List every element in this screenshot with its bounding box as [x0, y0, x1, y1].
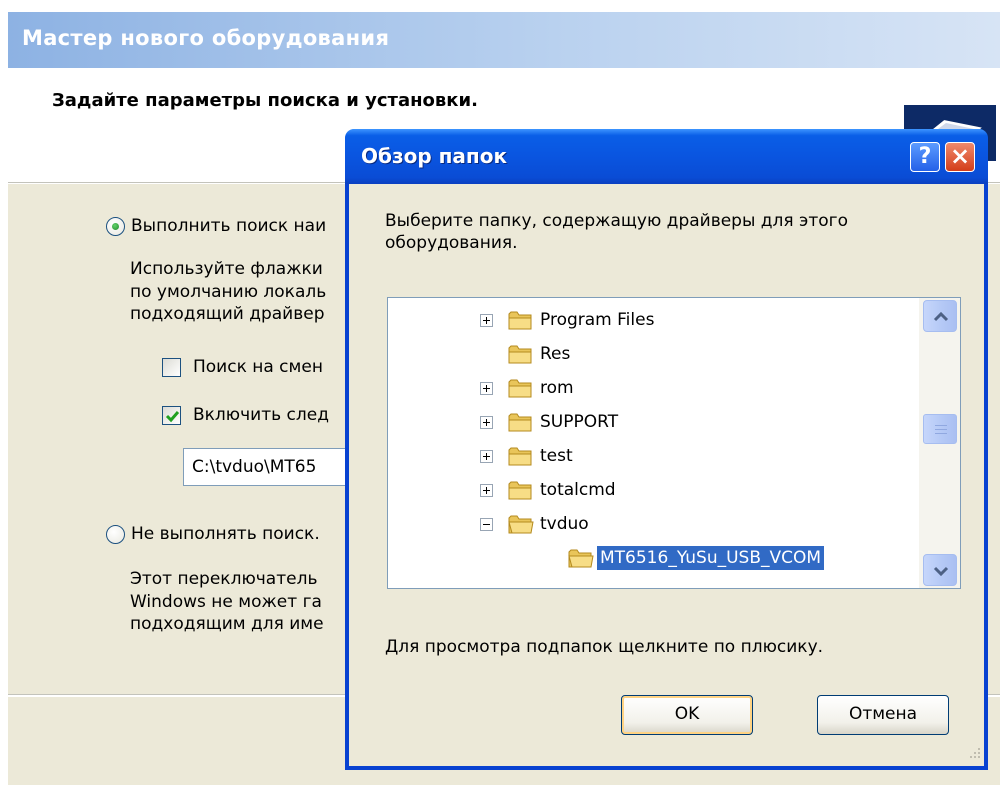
manual-option-description-line: подходящим для име	[130, 614, 324, 634]
collapse-minus-icon[interactable]	[480, 518, 493, 531]
tree-item-label[interactable]: totalcmd	[537, 478, 619, 502]
tree-item[interactable]: test	[388, 443, 918, 473]
cancel-button[interactable]: Отмена	[817, 695, 949, 735]
tree-item-label[interactable]: SUPPORT	[537, 410, 621, 434]
tree-item-label[interactable]: rom	[537, 376, 577, 400]
removable-media-checkbox[interactable]	[162, 358, 181, 377]
tree-item[interactable]: MT6516_YuSu_USB_VCOM	[388, 545, 918, 575]
expand-plus-icon[interactable]	[480, 416, 493, 429]
manual-option-label[interactable]: Не выполнять поиск.	[131, 523, 320, 545]
folder-icon	[508, 309, 534, 336]
search-option-label[interactable]: Выполнить поиск наи	[131, 215, 326, 237]
manual-option-description-line: Этот переключатель	[130, 569, 318, 589]
expand-plus-icon[interactable]	[480, 314, 493, 327]
wizard-title-bar[interactable]: Мастер нового оборудования	[8, 12, 1000, 68]
folder-icon	[508, 513, 534, 540]
wizard-heading: Задайте параметры поиска и установки.	[52, 90, 478, 111]
close-button[interactable]: ×	[945, 142, 975, 172]
include-location-label[interactable]: Включить след	[193, 404, 329, 426]
checkmark-icon	[165, 411, 180, 423]
scroll-down-button[interactable]	[923, 554, 957, 586]
tree-item[interactable]: Res	[388, 341, 918, 371]
folder-icon	[508, 479, 534, 506]
folder-icon	[508, 411, 534, 438]
manual-option-description-line: Windows не может га	[130, 592, 322, 612]
tree-item[interactable]: rom	[388, 375, 918, 405]
dialog-title: Обзор папок	[361, 144, 508, 168]
tree-item[interactable]: totalcmd	[388, 477, 918, 507]
tree-item-label[interactable]: test	[537, 444, 576, 468]
folder-tree[interactable]: Program Files Res rom SUPPORT test total…	[387, 297, 961, 589]
search-option-description-line: по умолчанию локаль	[130, 282, 327, 302]
tree-item[interactable]: SUPPORT	[388, 409, 918, 439]
manual-option-radio[interactable]	[106, 525, 125, 544]
resize-grip-icon[interactable]	[964, 744, 982, 762]
dialog-instruction: Выберите папку, содержащую драйверы для …	[385, 211, 849, 253]
ok-button[interactable]: OK	[621, 695, 753, 735]
dialog-client-area: Выберите папку, содержащую драйверы для …	[349, 184, 984, 766]
folder-icon	[508, 343, 534, 370]
wizard-title: Мастер нового оборудования	[22, 26, 390, 50]
expand-hint-text: Для просмотра подпапок щелкните по плюси…	[385, 637, 824, 657]
scroll-up-button[interactable]	[923, 300, 957, 332]
folder-icon	[508, 445, 534, 472]
tree-item-label[interactable]: MT6516_YuSu_USB_VCOM	[597, 546, 825, 570]
chevron-up-icon	[933, 311, 949, 322]
search-option-description-line: Используйте флажки	[130, 259, 323, 279]
expand-plus-icon[interactable]	[480, 450, 493, 463]
tree-item-label[interactable]: Program Files	[537, 308, 657, 332]
include-location-checkbox[interactable]	[162, 406, 181, 425]
tree-item[interactable]: Program Files	[388, 307, 918, 337]
scroll-thumb[interactable]	[923, 414, 957, 444]
expand-plus-icon[interactable]	[480, 382, 493, 395]
folder-icon	[508, 377, 534, 404]
search-option-radio[interactable]	[106, 217, 125, 236]
chevron-down-icon	[933, 566, 949, 577]
tree-item-label[interactable]: tvduo	[537, 512, 592, 536]
help-button[interactable]: ?	[910, 142, 940, 172]
search-option-description-line: подходящий драйвер	[130, 304, 325, 324]
tree-item-label[interactable]: Res	[537, 342, 573, 366]
tree-item[interactable]: tvduo	[388, 511, 918, 541]
removable-media-label[interactable]: Поиск на смен	[193, 356, 323, 378]
folder-icon	[568, 547, 594, 574]
dialog-title-bar[interactable]: Обзор папок ? ×	[345, 129, 988, 184]
browse-folder-dialog: Обзор папок ? × Выберите папку, содержащ…	[345, 129, 988, 770]
tree-vertical-scrollbar[interactable]	[919, 298, 960, 588]
expand-plus-icon[interactable]	[480, 484, 493, 497]
